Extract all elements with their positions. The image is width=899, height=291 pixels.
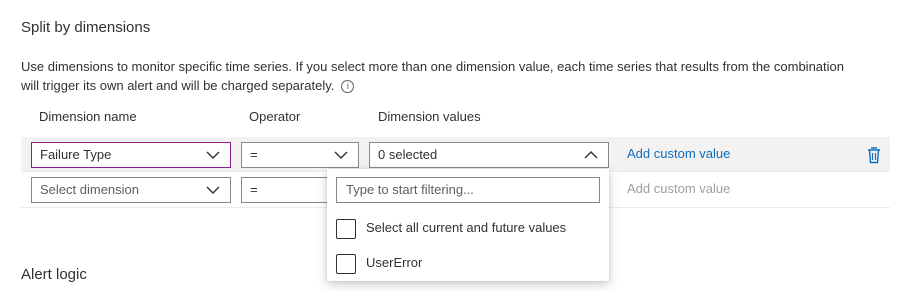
operator-value: =	[250, 182, 258, 197]
dimension-values-dropdown-1[interactable]: 0 selected	[369, 142, 609, 168]
checkbox[interactable]	[336, 218, 356, 239]
dimension-name-placeholder: Select dimension	[40, 182, 139, 197]
chevron-up-icon	[584, 151, 598, 159]
dimension-values-value: 0 selected	[378, 147, 438, 162]
chevron-down-icon	[334, 151, 348, 159]
chevron-down-icon	[206, 151, 220, 159]
column-header-operator: Operator	[249, 109, 301, 124]
trash-icon[interactable]	[866, 146, 882, 164]
add-custom-value-link-2[interactable]: Add custom value	[627, 181, 730, 196]
chevron-down-icon	[206, 186, 220, 194]
info-icon[interactable]: i	[341, 80, 355, 93]
operator-dropdown-1[interactable]: =	[241, 142, 359, 168]
column-header-dimension-name: Dimension name	[39, 109, 137, 124]
option-usererror[interactable]: UserError	[336, 252, 422, 276]
section-description: Use dimensions to monitor specific time …	[21, 57, 861, 95]
add-custom-value-link-1[interactable]: Add custom value	[627, 146, 730, 161]
dimension-values-dropdown-panel: Type to start filtering... Select all cu…	[327, 169, 609, 281]
operator-value: =	[250, 147, 258, 162]
description-text: Use dimensions to monitor specific time …	[21, 59, 844, 93]
checkbox[interactable]	[336, 253, 356, 274]
option-select-all[interactable]: Select all current and future values	[336, 217, 566, 241]
option-label: Select all current and future values	[366, 220, 567, 235]
dimension-name-dropdown-2[interactable]: Select dimension	[31, 177, 231, 203]
dimension-name-value: Failure Type	[40, 147, 112, 162]
option-label: UserError	[366, 255, 423, 270]
section-title: Split by dimensions	[21, 19, 151, 36]
dimension-name-dropdown-1[interactable]: Failure Type	[31, 142, 231, 168]
filter-input[interactable]: Type to start filtering...	[336, 177, 600, 203]
alert-logic-title: Alert logic	[21, 266, 87, 283]
column-header-dimension-values: Dimension values	[378, 109, 481, 124]
